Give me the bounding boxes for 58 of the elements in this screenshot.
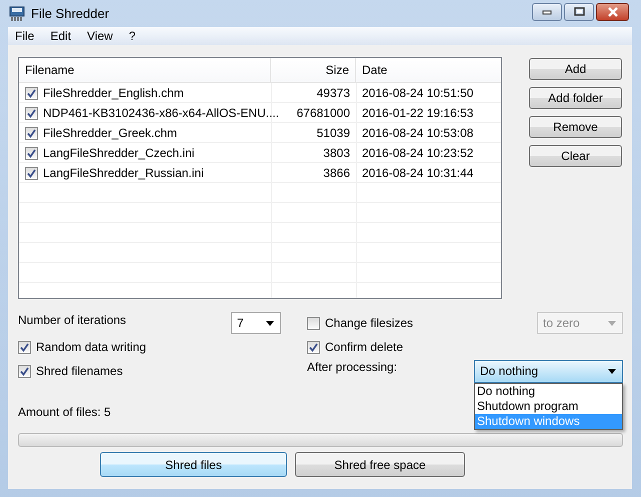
side-button[interactable]: Remove xyxy=(529,116,622,138)
checkbox-label: Shred filenames xyxy=(36,364,123,378)
checkbox[interactable] xyxy=(25,146,38,160)
file-name: FileShredder_English.chm xyxy=(43,86,184,100)
checkbox[interactable] xyxy=(18,340,31,354)
maximize-icon xyxy=(574,7,584,16)
option-label: Number of iterations xyxy=(18,313,128,327)
shredder-icon xyxy=(9,6,25,22)
checkbox[interactable] xyxy=(307,340,320,354)
menu-item[interactable]: View xyxy=(84,29,120,43)
menu-item[interactable]: Edit xyxy=(47,29,78,43)
column-header[interactable]: Size xyxy=(271,58,356,82)
after-processing-dropdown[interactable]: Do nothing xyxy=(474,360,623,382)
checkbox[interactable] xyxy=(25,106,38,120)
checkbox[interactable] xyxy=(25,166,38,180)
checkbox[interactable] xyxy=(307,316,320,330)
table-cell-text: 49373 xyxy=(316,85,351,102)
close-button[interactable] xyxy=(596,2,629,20)
column-header[interactable]: Filename xyxy=(19,58,271,82)
side-button[interactable]: Clear xyxy=(529,145,622,167)
minimize-icon xyxy=(542,8,552,14)
file-count: Amount of files: 5 xyxy=(18,405,111,419)
table-cell-text: 51039 xyxy=(316,125,351,142)
iterations-dropdown[interactable]: 7 xyxy=(231,312,281,334)
table-cell-text: 3866 xyxy=(322,165,351,182)
table-cell-text: 2016-08-24 10:23:52 xyxy=(361,145,474,162)
column-header[interactable]: Date xyxy=(356,58,496,82)
action-button[interactable]: Shred free space xyxy=(295,452,465,477)
maximize-button[interactable] xyxy=(564,2,594,20)
action-button[interactable]: Shred files xyxy=(100,452,287,477)
table-cell-text: 2016-08-24 10:51:50 xyxy=(361,85,474,102)
checkbox-label: Random data writing xyxy=(36,340,146,354)
checkbox-label: Confirm delete xyxy=(325,340,404,354)
file-name: LangFileShredder_Russian.ini xyxy=(43,166,204,180)
file-name: FileShredder_Greek.chm xyxy=(43,126,178,140)
close-icon xyxy=(606,6,618,16)
option-label: After processing: xyxy=(307,360,398,374)
file-name: NDP461-KB3102436-x86-x64-AllOS-ENU.... xyxy=(43,106,280,120)
table-cell-text: 2016-08-24 10:31:44 xyxy=(361,165,474,182)
checkbox[interactable] xyxy=(25,126,38,140)
side-button[interactable]: Add xyxy=(529,58,622,80)
menu-item[interactable]: File xyxy=(12,29,42,43)
window-title: File Shredder xyxy=(31,6,110,21)
checkbox[interactable] xyxy=(25,86,38,100)
table-cell-text: 2016-08-24 10:53:08 xyxy=(361,125,474,142)
menu-item[interactable]: ? xyxy=(126,29,143,43)
table-cell-text: 2016-01-22 19:16:53 xyxy=(361,105,474,122)
caret-icon xyxy=(266,320,274,326)
caret-icon xyxy=(608,320,616,326)
checkbox[interactable] xyxy=(18,364,31,378)
dropdown-option[interactable]: Do nothing xyxy=(475,384,622,399)
minimize-button[interactable] xyxy=(532,2,562,20)
table-cell-text: 3803 xyxy=(322,145,351,162)
side-button[interactable]: Add folder xyxy=(529,87,622,109)
checkbox-label: Change filesizes xyxy=(325,316,414,330)
caret-icon xyxy=(608,368,616,374)
dropdown-option[interactable]: Shutdown program xyxy=(475,399,622,414)
file-name: LangFileShredder_Czech.ini xyxy=(43,146,194,160)
